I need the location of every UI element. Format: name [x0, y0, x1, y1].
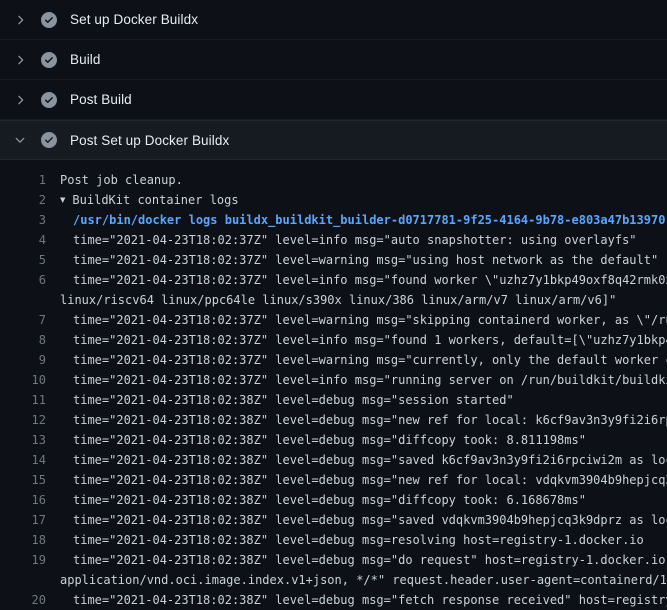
line-number[interactable]: 18 [0, 530, 60, 550]
line-number[interactable]: 14 [0, 450, 60, 470]
check-circle-icon [41, 92, 57, 108]
log-line: 3/usr/bin/docker logs buildx_buildkit_bu… [0, 210, 667, 230]
log-line: 20time="2021-04-23T18:02:38Z" level=debu… [0, 590, 667, 610]
log-text: Post job cleanup. [60, 170, 667, 190]
chevron-right-icon[interactable] [12, 92, 28, 108]
step-label: Post Build [70, 92, 132, 107]
check-circle-icon [41, 52, 57, 68]
log-text: time="2021-04-23T18:02:37Z" level=info m… [60, 230, 667, 250]
log-line: 19time="2021-04-23T18:02:38Z" level=debu… [0, 550, 667, 570]
log-line: 16time="2021-04-23T18:02:38Z" level=debu… [0, 490, 667, 510]
log-line: 9time="2021-04-23T18:02:37Z" level=warni… [0, 350, 667, 370]
log-line: 13time="2021-04-23T18:02:38Z" level=debu… [0, 430, 667, 450]
line-number[interactable]: 7 [0, 310, 60, 330]
step-label: Build [70, 52, 101, 67]
check-circle-icon [41, 132, 57, 148]
log-line: 8time="2021-04-23T18:02:37Z" level=info … [0, 330, 667, 350]
log-viewer: 1Post job cleanup.2▼BuildKit container l… [0, 160, 667, 610]
steps-list: Set up Docker Buildx Build Post Build Post … [0, 0, 667, 160]
log-text: time="2021-04-23T18:02:37Z" level=warnin… [60, 310, 667, 330]
log-line: 5time="2021-04-23T18:02:37Z" level=warni… [0, 250, 667, 270]
log-text: time="2021-04-23T18:02:38Z" level=debug … [60, 550, 667, 570]
log-line: 12time="2021-04-23T18:02:38Z" level=debu… [0, 410, 667, 430]
actions-log-panel: Set up Docker Buildx Build Post Build Post … [0, 0, 667, 610]
step-row-post-set-up-docker-buildx[interactable]: Post Set up Docker Buildx [0, 120, 667, 160]
log-line: 14time="2021-04-23T18:02:38Z" level=debu… [0, 450, 667, 470]
line-number[interactable]: 12 [0, 410, 60, 430]
log-text: time="2021-04-23T18:02:37Z" level=info m… [60, 330, 667, 350]
group-toggle-caret-icon[interactable]: ▼ [60, 191, 65, 211]
step-row-post-build[interactable]: Post Build [0, 80, 667, 120]
line-number [0, 570, 60, 590]
log-line: 11time="2021-04-23T18:02:38Z" level=debu… [0, 390, 667, 410]
log-line: 10time="2021-04-23T18:02:37Z" level=info… [0, 370, 667, 390]
log-text: time="2021-04-23T18:02:38Z" level=debug … [60, 530, 667, 550]
log-text: time="2021-04-23T18:02:37Z" level=warnin… [60, 250, 667, 270]
log-text: time="2021-04-23T18:02:37Z" level=warnin… [60, 350, 667, 370]
line-number[interactable]: 15 [0, 470, 60, 490]
step-row-set-up-docker-buildx[interactable]: Set up Docker Buildx [0, 0, 667, 40]
log-line: 7time="2021-04-23T18:02:37Z" level=warni… [0, 310, 667, 330]
log-line: 2▼BuildKit container logs [0, 190, 667, 210]
line-number[interactable]: 6 [0, 270, 60, 290]
step-label: Post Set up Docker Buildx [70, 133, 229, 148]
log-command-text: /usr/bin/docker logs buildx_buildkit_bui… [60, 210, 667, 230]
log-text: time="2021-04-23T18:02:37Z" level=info m… [60, 270, 667, 290]
line-number[interactable]: 13 [0, 430, 60, 450]
log-text: time="2021-04-23T18:02:38Z" level=debug … [60, 490, 667, 510]
line-number[interactable]: 9 [0, 350, 60, 370]
log-line-continuation: linux/riscv64 linux/ppc64le linux/s390x … [0, 290, 667, 310]
log-text: time="2021-04-23T18:02:38Z" level=debug … [60, 410, 667, 430]
log-text: time="2021-04-23T18:02:38Z" level=debug … [60, 470, 667, 490]
line-number[interactable]: 16 [0, 490, 60, 510]
log-line: 1Post job cleanup. [0, 170, 667, 190]
log-text: time="2021-04-23T18:02:38Z" level=debug … [60, 510, 667, 530]
line-number[interactable]: 20 [0, 590, 60, 610]
log-text: time="2021-04-23T18:02:38Z" level=debug … [60, 450, 667, 470]
line-number[interactable]: 19 [0, 550, 60, 570]
log-line: 17time="2021-04-23T18:02:38Z" level=debu… [0, 510, 667, 530]
line-number[interactable]: 5 [0, 250, 60, 270]
log-text: time="2021-04-23T18:02:38Z" level=debug … [60, 390, 667, 410]
chevron-right-icon[interactable] [12, 12, 28, 28]
line-number[interactable]: 3 [0, 210, 60, 230]
line-number[interactable]: 1 [0, 170, 60, 190]
log-line-continuation: application/vnd.oci.image.index.v1+json,… [0, 570, 667, 590]
line-number[interactable]: 17 [0, 510, 60, 530]
line-number [0, 290, 60, 310]
line-number[interactable]: 10 [0, 370, 60, 390]
line-number[interactable]: 11 [0, 390, 60, 410]
log-text: application/vnd.oci.image.index.v1+json,… [60, 570, 667, 590]
log-line: 15time="2021-04-23T18:02:38Z" level=debu… [0, 470, 667, 490]
log-text: time="2021-04-23T18:02:37Z" level=info m… [60, 370, 667, 390]
line-number[interactable]: 8 [0, 330, 60, 350]
check-circle-icon [41, 12, 57, 28]
chevron-down-icon[interactable] [12, 132, 28, 148]
log-text: linux/riscv64 linux/ppc64le linux/s390x … [60, 290, 667, 310]
log-text[interactable]: ▼BuildKit container logs [60, 190, 667, 210]
step-row-build[interactable]: Build [0, 40, 667, 80]
log-text: time="2021-04-23T18:02:38Z" level=debug … [60, 430, 667, 450]
line-number[interactable]: 4 [0, 230, 60, 250]
chevron-right-icon[interactable] [12, 52, 28, 68]
log-line: 18time="2021-04-23T18:02:38Z" level=debu… [0, 530, 667, 550]
log-text: time="2021-04-23T18:02:38Z" level=debug … [60, 590, 667, 610]
line-number[interactable]: 2 [0, 190, 60, 210]
log-line: 6time="2021-04-23T18:02:37Z" level=info … [0, 270, 667, 290]
log-line: 4time="2021-04-23T18:02:37Z" level=info … [0, 230, 667, 250]
step-label: Set up Docker Buildx [70, 12, 198, 27]
